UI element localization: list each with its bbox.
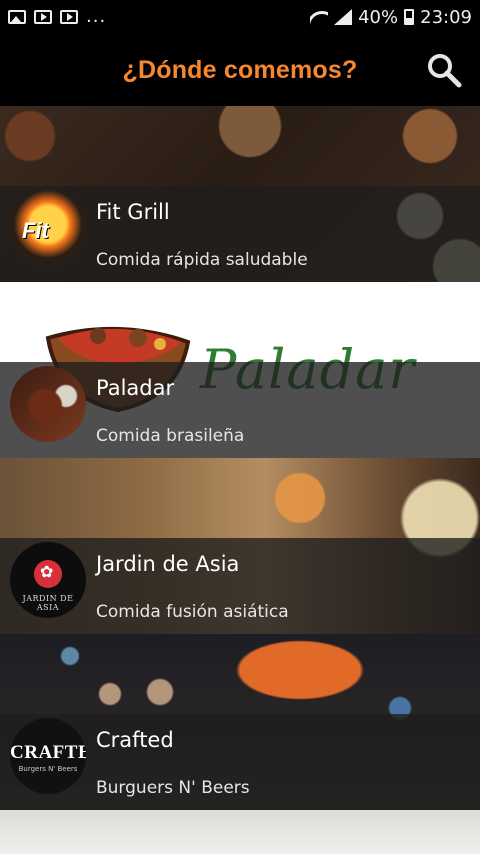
- logo-text: Fit: [22, 218, 49, 243]
- restaurant-logo: [10, 366, 86, 442]
- restaurant-logo: Fit: [10, 190, 86, 266]
- card-background-image: [0, 810, 480, 854]
- app-bar: ¿Dónde comemos?: [0, 34, 480, 106]
- lotus-icon: [34, 560, 62, 588]
- youtube-icon: [60, 10, 78, 24]
- battery-icon: [404, 9, 415, 25]
- restaurant-cuisine: Comida fusión asiática: [96, 602, 289, 622]
- search-icon: [428, 54, 462, 88]
- restaurant-list: Fit Fit Grill Comida rápida saludable Pa…: [0, 106, 480, 854]
- logo-subtext: Burgers N' Beers: [18, 765, 78, 773]
- restaurant-logo: CRAFTED Burgers N' Beers: [10, 718, 86, 794]
- restaurant-card-fit-grill[interactable]: Fit Fit Grill Comida rápida saludable: [0, 106, 480, 282]
- restaurant-card-paladar[interactable]: Paladar Paladar Comida brasileña: [0, 282, 480, 458]
- restaurant-name: Crafted: [96, 728, 174, 752]
- restaurant-name: Jardin de Asia: [96, 552, 240, 576]
- page-title: ¿Dónde comemos?: [122, 55, 358, 84]
- restaurant-logo: JARDIN DE ASIA: [10, 542, 86, 618]
- status-system: 40% 23:09: [310, 7, 472, 28]
- logo-text: JARDIN DE ASIA: [22, 594, 74, 612]
- clock: 23:09: [420, 6, 472, 28]
- wifi-icon: [310, 9, 328, 25]
- restaurant-cuisine: Burguers N' Beers: [96, 778, 250, 798]
- restaurant-cuisine: Comida brasileña: [96, 426, 245, 446]
- youtube-icon: [34, 10, 52, 24]
- logo-text: CRAFTED: [10, 742, 86, 763]
- battery-percentage: 40%: [358, 6, 399, 28]
- restaurant-card-jardin-de-asia[interactable]: JARDIN DE ASIA Jardin de Asia Comida fus…: [0, 458, 480, 634]
- restaurant-cuisine: Comida rápida saludable: [96, 250, 308, 270]
- restaurant-name: Fit Grill: [96, 200, 170, 224]
- restaurant-card-partial[interactable]: [0, 810, 480, 854]
- image-icon: [8, 10, 26, 24]
- restaurant-card-crafted[interactable]: CRAFTED Burgers N' Beers Crafted Burguer…: [0, 634, 480, 810]
- search-button[interactable]: [426, 52, 462, 88]
- signal-icon: [334, 9, 353, 25]
- status-bar: ... 40% 23:09: [0, 0, 480, 34]
- more-notifications-icon: ...: [86, 6, 107, 27]
- status-notifications: ...: [8, 6, 107, 27]
- restaurant-name: Paladar: [96, 376, 175, 400]
